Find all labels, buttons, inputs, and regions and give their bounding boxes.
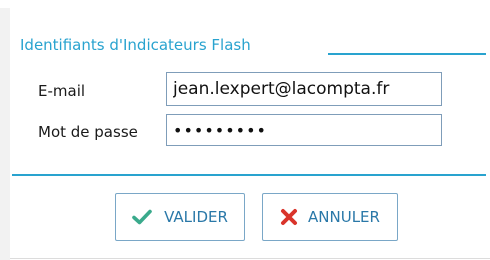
validate-button[interactable]: VALIDER	[115, 193, 245, 241]
password-field[interactable]	[166, 114, 442, 146]
check-icon	[132, 209, 152, 225]
cancel-button[interactable]: ANNULER	[262, 193, 398, 241]
validate-button-label: VALIDER	[164, 208, 228, 226]
cancel-button-label: ANNULER	[308, 208, 380, 226]
fieldset-legend: Identifiants d'Indicateurs Flash	[20, 36, 251, 54]
email-label: E-mail	[38, 82, 86, 100]
password-label: Mot de passe	[38, 123, 138, 141]
top-strip	[0, 0, 490, 8]
bottom-border	[10, 258, 490, 259]
x-icon	[281, 209, 298, 225]
email-field[interactable]	[166, 72, 442, 106]
separator	[12, 174, 486, 176]
legend-rule	[328, 53, 486, 55]
